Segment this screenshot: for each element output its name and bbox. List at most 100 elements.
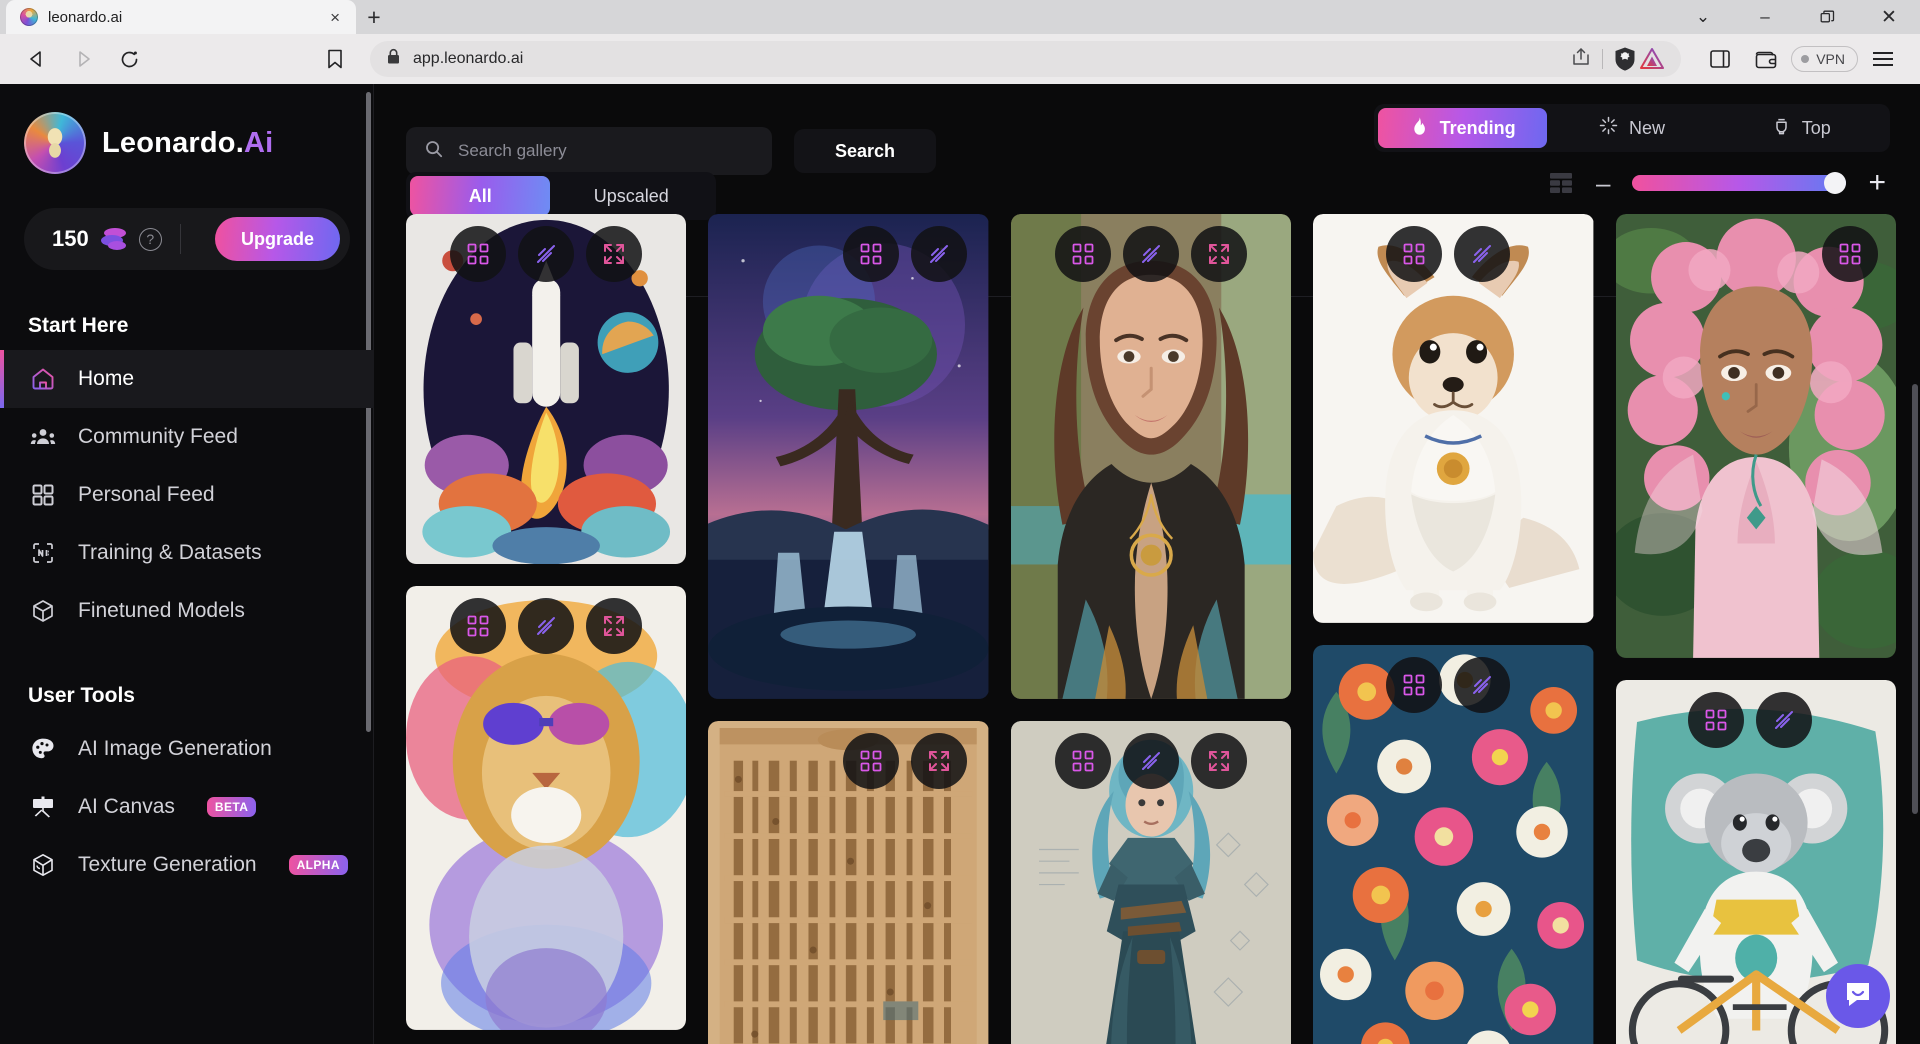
search-gallery-container[interactable] (406, 127, 772, 175)
sidebar-item-finetuned-models[interactable]: Finetuned Models (0, 582, 374, 640)
address-bar[interactable]: app.leonardo.ai (370, 41, 1682, 77)
sidebar-panel-icon[interactable] (1699, 38, 1741, 80)
remix-grid-icon[interactable] (450, 598, 507, 655)
gallery-card[interactable] (1010, 214, 1292, 699)
new-tab-button[interactable]: + (356, 0, 392, 34)
reload-icon[interactable] (108, 38, 150, 80)
tab-title: leonardo.ai (48, 8, 123, 26)
coins-icon (100, 227, 127, 251)
leonardo-app: Leonardo.Ai 150 ? Upgrade Start Here Hom… (0, 84, 1920, 1044)
generated-image-woman-portrait (1010, 214, 1292, 699)
magic-wand-icon[interactable] (518, 226, 575, 282)
sidebar-item-label: Training & Datasets (78, 541, 262, 564)
magic-wand-icon[interactable] (1755, 691, 1812, 748)
sidebar-item-label: AI Image Generation (78, 737, 272, 760)
status-badge: ALPHA (288, 855, 348, 875)
main-content: Search Trending (374, 84, 1920, 1044)
gallery-scrollbar[interactable] (1912, 384, 1918, 814)
sidebar-item-texture-generation[interactable]: Texture Generation ALPHA (0, 836, 374, 894)
share-icon[interactable] (1570, 46, 1592, 73)
tab-top[interactable]: Top (1717, 108, 1886, 148)
people-group-icon (30, 424, 56, 450)
card-action-bar (1313, 656, 1593, 713)
grid-layout-icon[interactable] (1548, 171, 1574, 195)
magic-wand-icon[interactable] (1122, 226, 1179, 282)
brand-logo-row[interactable]: Leonardo.Ai (0, 98, 374, 174)
expand-arrows-icon[interactable] (586, 598, 643, 655)
bookmark-icon[interactable] (314, 38, 356, 80)
expand-arrows-icon[interactable] (586, 226, 643, 282)
hamburger-menu-icon[interactable] (1862, 38, 1904, 80)
magic-wand-icon[interactable] (518, 598, 575, 655)
gallery-card[interactable] (708, 214, 989, 699)
gallery-card[interactable] (1313, 214, 1594, 623)
sidebar-item-ai-canvas[interactable]: AI Canvas BETA (0, 778, 374, 836)
sparkle-icon (1599, 116, 1618, 140)
search-input[interactable] (458, 141, 754, 161)
brave-wallet-icon[interactable] (1745, 38, 1787, 80)
intercom-chat-button[interactable] (1826, 964, 1890, 1028)
slider-thumb[interactable] (1824, 172, 1847, 194)
help-circle-icon[interactable]: ? (138, 227, 162, 251)
filter-upscaled[interactable]: Upscaled (550, 176, 712, 216)
sidebar-item-label: AI Canvas (78, 795, 175, 818)
magic-wand-icon[interactable] (1454, 656, 1511, 713)
gallery-card[interactable] (1010, 720, 1292, 1044)
vpn-badge[interactable]: VPN (1791, 46, 1858, 72)
sidebar-item-training-datasets[interactable]: Training & Datasets (0, 524, 374, 582)
close-window-icon[interactable]: ✕ (1858, 0, 1920, 34)
card-action-bar (1616, 691, 1896, 748)
filter-pills: All Upscaled (406, 172, 716, 220)
card-action-bar (1616, 226, 1896, 282)
zoom-in-button[interactable]: + (1868, 168, 1886, 198)
expand-arrows-icon[interactable] (1190, 226, 1247, 282)
tab-new[interactable]: New (1547, 108, 1716, 148)
remix-grid-icon[interactable] (1054, 226, 1111, 282)
upgrade-button[interactable]: Upgrade (214, 217, 340, 261)
zoom-slider[interactable] (1632, 172, 1847, 194)
search-button[interactable]: Search (792, 127, 938, 175)
gallery-card[interactable] (1615, 214, 1896, 658)
tab-trending[interactable]: Trending (1378, 108, 1548, 148)
sidebar-item-home[interactable]: Home (0, 350, 374, 408)
url-text: app.leonardo.ai (413, 50, 524, 67)
magic-wand-icon[interactable] (910, 226, 967, 282)
tab-search-chevron-down-icon[interactable]: ⌄ (1672, 0, 1734, 34)
remix-grid-icon[interactable] (1386, 226, 1443, 282)
brave-shields-lion-icon[interactable] (1613, 46, 1637, 72)
trophy-icon (1772, 116, 1791, 141)
back-icon[interactable] (16, 38, 58, 80)
remix-grid-icon[interactable] (1687, 691, 1744, 748)
expand-arrows-icon[interactable] (1190, 732, 1247, 789)
gallery-card[interactable] (1313, 644, 1594, 1044)
minimize-icon[interactable]: – (1734, 0, 1796, 34)
gallery-card[interactable] (406, 586, 687, 1031)
filter-all[interactable]: All (410, 176, 551, 216)
remix-grid-icon[interactable] (1054, 732, 1111, 789)
remix-grid-icon[interactable] (842, 226, 899, 282)
sidebar-item-personal-feed[interactable]: Personal Feed (0, 466, 374, 524)
magic-wand-icon[interactable] (1122, 732, 1179, 789)
brave-rewards-triangle-icon[interactable] (1639, 47, 1665, 71)
remix-grid-icon[interactable] (450, 226, 507, 282)
sidebar-item-ai-image-generation[interactable]: AI Image Generation (0, 720, 374, 778)
gallery-grid (406, 214, 1896, 1044)
remix-grid-icon[interactable] (1386, 656, 1443, 713)
magic-wand-icon[interactable] (1454, 226, 1511, 282)
masonry-columns (406, 214, 1896, 1044)
card-action-bar (406, 598, 686, 655)
slider-track (1632, 175, 1847, 191)
maximize-restore-icon[interactable] (1796, 0, 1858, 34)
expand-arrows-icon[interactable] (910, 732, 967, 789)
remix-grid-icon[interactable] (1821, 226, 1878, 282)
gallery-card[interactable] (708, 720, 989, 1044)
zoom-out-button[interactable]: – (1596, 170, 1610, 196)
sidebar-item-community-feed[interactable]: Community Feed (0, 408, 374, 466)
browser-navbar: app.leonardo.ai VPN (0, 34, 1920, 84)
gallery-card[interactable] (406, 214, 687, 565)
easel-icon (30, 794, 56, 820)
close-icon[interactable]: × (326, 7, 344, 28)
browser-tab[interactable]: leonardo.ai × (6, 0, 356, 34)
remix-grid-icon[interactable] (842, 732, 899, 789)
card-action-bar (708, 732, 988, 789)
